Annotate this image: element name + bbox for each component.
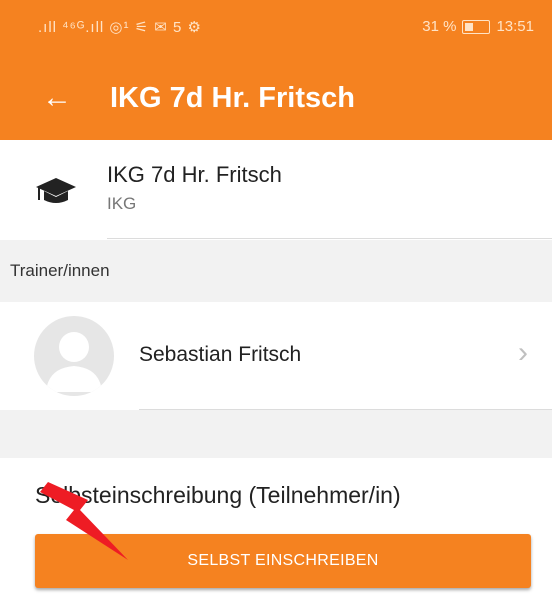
app-bar: ← IKG 7d Hr. Fritsch: [0, 56, 552, 140]
trainer-name: Sebastian Fritsch: [139, 343, 302, 366]
signal-icons: .ıll ⁴⁶ᴳ.ıll ◎¹ ⚟ ✉ 5 ⚙: [38, 19, 202, 36]
battery-icon: [462, 19, 491, 34]
course-name: IKG 7d Hr. Fritsch: [107, 162, 282, 187]
course-subtitle: IKG: [107, 194, 137, 213]
divider: [107, 238, 552, 239]
battery-percent: 31 %: [422, 18, 457, 35]
status-icons: .ıll ⁴⁶ᴳ.ıll ◎¹ ⚟ ✉ 5 ⚙: [38, 18, 202, 36]
status-time: 13:51: [496, 18, 534, 35]
chevron-right-icon: ›: [518, 336, 528, 369]
section-header-label: Trainer/innen: [10, 261, 110, 280]
status-right: 31 % 13:51: [422, 18, 534, 35]
status-bar: .ıll ⁴⁶ᴳ.ıll ◎¹ ⚟ ✉ 5 ⚙ 31 % 13:51: [0, 0, 552, 56]
arrow-left-icon[interactable]: ←: [42, 78, 72, 118]
section-spacer: [0, 410, 552, 458]
trainer-list-item[interactable]: Sebastian Fritsch ›: [0, 302, 552, 410]
avatar-placeholder-icon: [34, 316, 114, 396]
course-info-row: IKG 7d Hr. Fritsch IKG: [0, 140, 552, 240]
section-header-trainers: Trainer/innen: [0, 240, 552, 302]
page-title: IKG 7d Hr. Fritsch: [110, 82, 355, 114]
lightning-bolt-icon: [40, 470, 135, 570]
graduation-cap-icon: [36, 176, 76, 211]
